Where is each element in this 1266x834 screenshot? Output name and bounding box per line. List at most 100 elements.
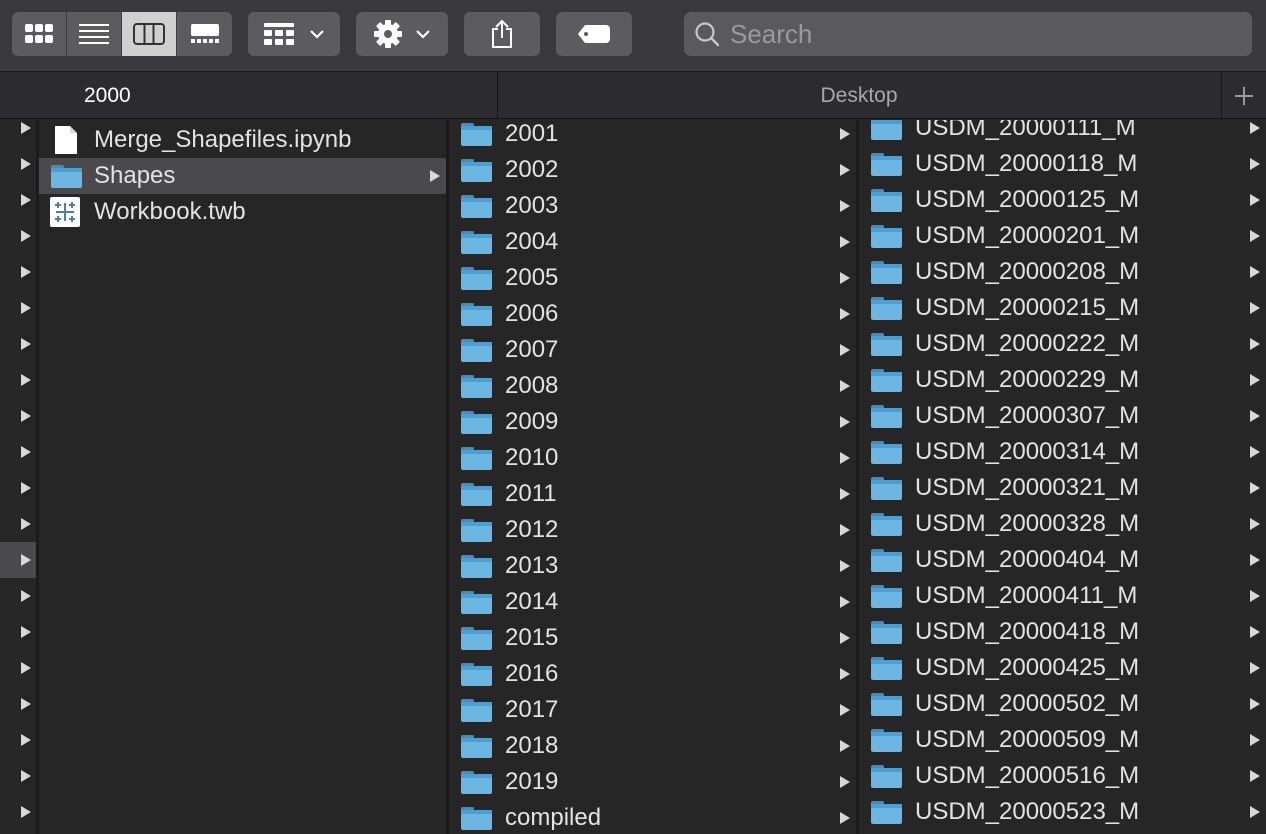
list-item-year-folder[interactable]: 2013: [449, 548, 856, 584]
tab-desktop[interactable]: Desktop: [498, 72, 1220, 119]
disclosure-arrow-icon: [21, 266, 31, 278]
list-item-year-folder[interactable]: 2011: [449, 476, 856, 512]
list-item-year-folder[interactable]: 2018: [449, 728, 856, 764]
list-item-year-folder[interactable]: 2017: [449, 692, 856, 728]
list-item-year-folder[interactable]: 2007: [449, 332, 856, 368]
list-item-year-folder[interactable]: 2002: [449, 152, 856, 188]
list-item-usdm-folder[interactable]: USDM_20000229_M: [859, 362, 1266, 398]
disclosure-arrow-icon: [1250, 806, 1260, 818]
folder-name: USDM_20000118_M: [915, 150, 1138, 177]
folder-name: USDM_20000125_M: [915, 186, 1140, 213]
folder-icon: [871, 728, 902, 752]
list-item-usdm-folder[interactable]: USDM_20000328_M: [859, 506, 1266, 542]
list-item-usdm-folder[interactable]: USDM_20000314_M: [859, 434, 1266, 470]
share-button[interactable]: [464, 12, 540, 56]
list-item-year-folder[interactable]: 2012: [449, 512, 856, 548]
list-item-year-folder[interactable]: 2009: [449, 404, 856, 440]
search-input[interactable]: [730, 12, 1230, 56]
list-item-usdm-folder[interactable]: USDM_20000111_M: [859, 120, 1266, 146]
disclosure-arrow-icon: [21, 338, 31, 350]
list-item-year-folder[interactable]: 2016: [449, 656, 856, 692]
search-field[interactable]: [684, 12, 1252, 56]
list-item-usdm-folder[interactable]: USDM_20000425_M: [859, 650, 1266, 686]
list-item-parent[interactable]: [0, 398, 36, 434]
list-item-year-folder[interactable]: 2014: [449, 584, 856, 620]
list-item-year-folder[interactable]: 2005: [449, 260, 856, 296]
list-item-parent[interactable]: [0, 326, 36, 362]
list-item-parent[interactable]: [0, 758, 36, 794]
list-item-usdm-folder[interactable]: USDM_20000411_M: [859, 578, 1266, 614]
list-item-usdm-folder[interactable]: USDM_20000118_M: [859, 146, 1266, 182]
list-item-merge-shapefiles[interactable]: Merge_Shapefiles.ipynb: [39, 122, 446, 158]
list-item-parent[interactable]: [0, 218, 36, 254]
list-item-parent[interactable]: [0, 290, 36, 326]
list-item-year-folder[interactable]: 2006: [449, 296, 856, 332]
list-item-parent[interactable]: [0, 362, 36, 398]
list-item-usdm-folder[interactable]: USDM_20000418_M: [859, 614, 1266, 650]
gallery-view-button[interactable]: [177, 12, 232, 56]
list-item-parent[interactable]: [0, 470, 36, 506]
list-item-year-folder[interactable]: compiled: [449, 800, 856, 834]
list-item-year-folder[interactable]: 2010: [449, 440, 856, 476]
disclosure-arrow-icon: [21, 302, 31, 314]
list-item-year-folder[interactable]: 2003: [449, 188, 856, 224]
list-item-usdm-folder[interactable]: USDM_20000125_M: [859, 182, 1266, 218]
list-item-parent[interactable]: [0, 650, 36, 686]
disclosure-arrow-icon: [1250, 698, 1260, 710]
icon-view-button[interactable]: [12, 12, 67, 56]
folder-name: USDM_20000314_M: [915, 438, 1140, 465]
group-by-button[interactable]: [248, 12, 340, 56]
list-item-parent[interactable]: [0, 182, 36, 218]
disclosure-arrow-icon: [21, 446, 31, 458]
list-item-usdm-folder[interactable]: USDM_20000523_M: [859, 794, 1266, 830]
list-item-year-folder[interactable]: 2008: [449, 368, 856, 404]
folder-icon: [871, 368, 902, 392]
list-item-parent[interactable]: [0, 686, 36, 722]
list-item-usdm-folder[interactable]: USDM_20000208_M: [859, 254, 1266, 290]
column-usdm: USDM_20000111_M USDM_20000118_M USDM_20000…: [859, 120, 1266, 834]
action-menu-button[interactable]: [356, 12, 448, 56]
list-item-workbook[interactable]: Workbook.twb: [39, 194, 446, 230]
list-item-usdm-folder[interactable]: USDM_20000404_M: [859, 542, 1266, 578]
list-item-usdm-folder[interactable]: USDM_20000201_M: [859, 218, 1266, 254]
list-item-parent[interactable]: [0, 254, 36, 290]
list-view-button[interactable]: [67, 12, 122, 56]
folder-name: USDM_20000328_M: [915, 510, 1140, 537]
list-item-usdm-folder[interactable]: USDM_20000509_M: [859, 722, 1266, 758]
list-item-year-folder[interactable]: 2019: [449, 764, 856, 800]
folder-name: 2005: [505, 264, 559, 291]
list-item-parent[interactable]: [0, 434, 36, 470]
list-item-parent[interactable]: [0, 722, 36, 758]
list-item-parent[interactable]: [0, 542, 36, 578]
tab-2000[interactable]: 2000: [84, 72, 384, 119]
list-item-parent[interactable]: [0, 120, 36, 146]
new-tab-button[interactable]: [1222, 72, 1266, 119]
folder-name: 2001: [505, 120, 559, 147]
list-item-shapes[interactable]: Shapes: [39, 158, 446, 194]
folder-name: USDM_20000215_M: [915, 294, 1140, 321]
list-item-year-folder[interactable]: 2001: [449, 120, 856, 152]
list-item-usdm-folder[interactable]: USDM_20000516_M: [859, 758, 1266, 794]
list-item-parent[interactable]: [0, 146, 36, 182]
list-item-year-folder[interactable]: 2015: [449, 620, 856, 656]
list-item-parent[interactable]: [0, 614, 36, 650]
disclosure-arrow-icon: [840, 632, 850, 644]
list-item-usdm-folder[interactable]: USDM_20000502_M: [859, 686, 1266, 722]
list-item-usdm-folder[interactable]: USDM_20000222_M: [859, 326, 1266, 362]
folder-name: 2012: [505, 516, 559, 543]
list-item-usdm-folder[interactable]: USDM_20000321_M: [859, 470, 1266, 506]
chevron-down-icon: [310, 30, 324, 39]
list-item-usdm-folder[interactable]: USDM_20000215_M: [859, 290, 1266, 326]
tags-button[interactable]: [556, 12, 632, 56]
list-item-parent[interactable]: [0, 506, 36, 542]
list-item-year-folder[interactable]: 2004: [449, 224, 856, 260]
list-item-usdm-folder[interactable]: USDM_20000307_M: [859, 398, 1266, 434]
folder-icon: [871, 584, 902, 608]
column-view-button[interactable]: [122, 12, 177, 56]
toolbar: [0, 0, 1266, 72]
list-item-parent[interactable]: [0, 794, 36, 830]
folder-icon: [461, 626, 492, 650]
folder-name: 2002: [505, 156, 559, 183]
list-item-parent[interactable]: [0, 578, 36, 614]
disclosure-arrow-icon: [21, 194, 31, 206]
